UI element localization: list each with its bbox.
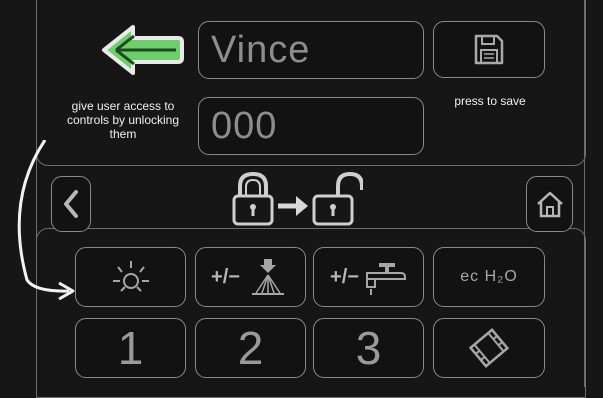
code-field[interactable]: 000 — [198, 97, 424, 155]
home-icon — [536, 191, 563, 218]
preset-3-button[interactable]: 3 — [313, 318, 424, 378]
film-control-button[interactable] — [433, 318, 545, 378]
arrow-left-icon — [102, 25, 184, 75]
lock-to-unlock-icon — [232, 171, 363, 226]
preset-2-button[interactable]: 2 — [195, 318, 306, 378]
name-field-value: Vince — [211, 28, 311, 71]
preset-1-button[interactable]: 1 — [75, 318, 186, 378]
water-spray-plus-minus: +/− — [211, 265, 240, 288]
faucet-control-button[interactable]: +/− — [313, 247, 424, 307]
floppy-disk-icon — [474, 34, 504, 64]
faucet-icon — [365, 263, 406, 295]
save-hint: press to save — [454, 94, 526, 108]
code-field-value: 000 — [211, 104, 278, 147]
back-button[interactable] — [100, 24, 185, 76]
unlock-hint: give user access to controls by unlockin… — [66, 99, 180, 141]
light-control-button[interactable] — [75, 247, 186, 307]
ec-h2o-label: ec H₂O — [460, 268, 518, 285]
name-field[interactable]: Vince — [198, 21, 424, 79]
ec-h2o-control-button[interactable]: ec H₂O — [433, 247, 545, 307]
preset-1-label: 1 — [117, 322, 144, 374]
preset-2-label: 2 — [237, 322, 264, 374]
light-icon — [112, 261, 149, 292]
save-button[interactable] — [433, 21, 545, 78]
film-icon — [468, 328, 510, 368]
previous-button[interactable] — [51, 176, 91, 232]
preset-3-label: 3 — [355, 322, 382, 374]
water-spray-control-button[interactable]: +/− — [195, 247, 306, 307]
home-button[interactable] — [526, 176, 573, 232]
spray-icon — [251, 259, 284, 295]
faucet-plus-minus: +/− — [330, 265, 359, 288]
chevron-left-icon — [64, 190, 78, 218]
